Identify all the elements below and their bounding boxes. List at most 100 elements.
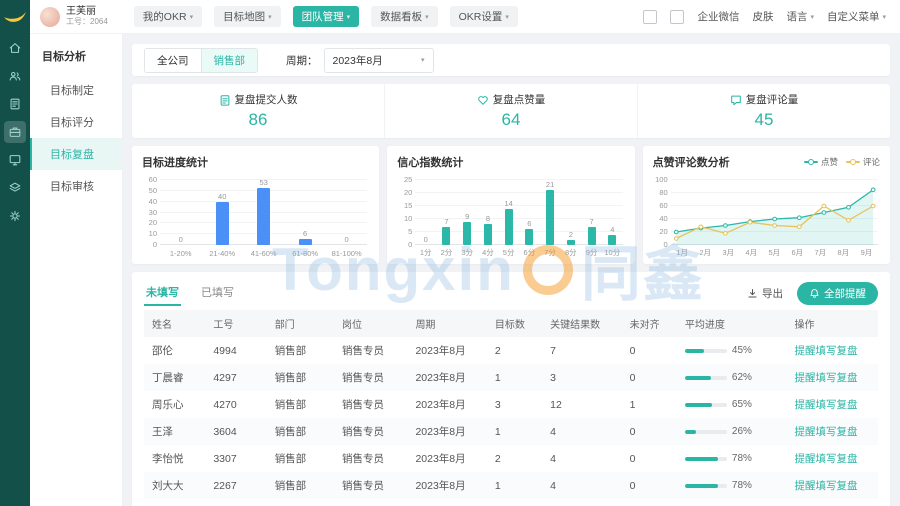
scope-option-1[interactable]: 销售部: [201, 49, 258, 72]
app-logo[interactable]: [2, 3, 28, 29]
sidebar-item-1[interactable]: 目标评分: [30, 106, 122, 138]
nav-tab-2[interactable]: 团队管理▾: [293, 6, 360, 27]
nav-tab-3[interactable]: 数据看板▾: [371, 6, 438, 27]
stat-2: 复盘评论量45: [637, 84, 890, 138]
cell-krs: 4: [542, 472, 621, 499]
table-tab-0[interactable]: 未填写: [144, 280, 181, 306]
cell-progress: 78%: [677, 445, 787, 472]
export-button[interactable]: 导出: [747, 286, 783, 301]
x-tick-label: 4月: [740, 247, 763, 258]
cell-dept: 销售部: [267, 445, 334, 472]
stat-value: 86: [249, 110, 268, 130]
sidebar-section-title: 目标分析: [30, 34, 122, 74]
table-tab-1[interactable]: 已填写: [199, 280, 236, 306]
nav-tab-4[interactable]: OKR设置▾: [450, 6, 518, 27]
rail-home-icon[interactable]: [4, 37, 26, 59]
cell-unaligned: 0: [622, 337, 677, 364]
column-header: 平均进度: [677, 310, 787, 337]
cell-action: 提醒填写复盘: [786, 391, 878, 418]
cell-name: 李怡悦: [144, 499, 205, 506]
sidebar-item-0[interactable]: 目标制定: [30, 74, 122, 106]
remind-fill-link[interactable]: 提醒填写复盘: [794, 345, 857, 357]
table-row: 丁晨睿4297销售部销售专员2023年8月13062%提醒填写复盘: [144, 364, 878, 391]
topbar-item-0[interactable]: 企业微信: [697, 9, 739, 24]
user-info[interactable]: 王芙丽 工号：2064: [40, 6, 108, 27]
scope-option-0[interactable]: 全公司: [145, 49, 201, 72]
y-tick-label: 60: [653, 202, 668, 210]
remind-fill-link[interactable]: 提醒填写复盘: [794, 453, 857, 465]
chevron-down-icon: ▾: [505, 13, 509, 21]
topbar-item-label: 自定义菜单: [827, 9, 880, 24]
x-tick-label: 2分: [436, 247, 457, 258]
period-select[interactable]: 2023年8月 ▾: [324, 48, 434, 73]
nav-tab-label: OKR设置: [459, 9, 503, 24]
y-tick-label: 10: [397, 215, 412, 223]
cell-dept: 销售部: [267, 418, 334, 445]
sidebar-item-2[interactable]: 目标复盘: [30, 138, 122, 170]
period-label: 周期：: [286, 53, 318, 68]
y-tick-label: 20: [142, 219, 157, 227]
cell-name: 周乐心: [144, 391, 205, 418]
user-name: 王芙丽: [66, 6, 108, 17]
remind-fill-link[interactable]: 提醒填写复盘: [794, 399, 857, 411]
x-tick-label: 7分: [540, 247, 561, 258]
rail-monitor-icon[interactable]: [4, 149, 26, 171]
remind-fill-link[interactable]: 提醒填写复盘: [794, 480, 857, 492]
rail-gear-icon[interactable]: [4, 205, 26, 227]
x-tick-label: 41-60%: [243, 249, 284, 258]
avatar: [40, 7, 60, 27]
cell-id: 3307: [205, 445, 266, 472]
stat-label: 复盘点赞量: [493, 92, 546, 107]
bell-icon: [809, 288, 820, 299]
x-tick-label: 3分: [457, 247, 478, 258]
message-icon[interactable]: [670, 10, 684, 24]
legend-item-0[interactable]: 点赞: [804, 156, 838, 168]
x-tick-label: 6分: [519, 247, 540, 258]
cell-unaligned: 0: [622, 418, 677, 445]
line-chart-svg: [671, 180, 878, 245]
topbar-item-label: 企业微信: [697, 9, 739, 24]
nav-tab-1[interactable]: 目标地图▾: [214, 6, 281, 27]
topbar-item-2[interactable]: 语言▾: [786, 9, 814, 24]
y-tick-label: 40: [653, 215, 668, 223]
progress-text: 78%: [732, 453, 752, 464]
notification-icon[interactable]: [643, 10, 657, 24]
rail-briefcase-icon[interactable]: [4, 121, 26, 143]
remind-fill-link[interactable]: 提醒填写复盘: [794, 426, 857, 438]
x-tick-label: 5分: [498, 247, 519, 258]
topbar: 王芙丽 工号：2064 我的OKR▾目标地图▾团队管理▾数据看板▾OKR设置▾ …: [30, 0, 900, 34]
remind-all-button[interactable]: 全部提醒: [797, 282, 878, 305]
cell-krs: 4: [542, 499, 621, 506]
cell-dept: 销售部: [267, 472, 334, 499]
legend-item-1[interactable]: 评论: [846, 156, 880, 168]
cell-progress: 26%: [677, 418, 787, 445]
sidebar-item-3[interactable]: 目标审核: [30, 170, 122, 202]
nav-tab-label: 团队管理: [302, 9, 344, 24]
y-tick-label: 80: [653, 189, 668, 197]
topbar-item-3[interactable]: 自定义菜单▾: [827, 9, 886, 24]
column-header: 姓名: [144, 310, 205, 337]
progress-text: 65%: [732, 399, 752, 410]
period-value: 2023年8月: [333, 53, 383, 68]
rail-team-icon[interactable]: [4, 65, 26, 87]
rail-layers-icon[interactable]: [4, 177, 26, 199]
topbar-item-1[interactable]: 皮肤: [752, 9, 773, 24]
table-row: 李怡悦3307销售部销售专员2023年8月24078%提醒填写复盘: [144, 445, 878, 472]
cell-period: 2023年8月: [407, 337, 486, 364]
rail-document-icon[interactable]: [4, 93, 26, 115]
x-tick-label: 3月: [717, 247, 740, 258]
remind-fill-link[interactable]: 提醒填写复盘: [794, 372, 857, 384]
cell-role: 销售专员: [334, 337, 407, 364]
cell-period: 2023年8月: [407, 472, 486, 499]
nav-tab-0[interactable]: 我的OKR▾: [134, 6, 202, 27]
cell-action: 提醒填写复盘: [786, 418, 878, 445]
chevron-down-icon: ▾: [190, 13, 194, 21]
cell-action: 提醒填写复盘: [786, 364, 878, 391]
cell-unaligned: 0: [622, 364, 677, 391]
cell-name: 邵伦: [144, 337, 205, 364]
cell-period: 2023年8月: [407, 391, 486, 418]
nav-tab-label: 数据看板: [380, 9, 422, 24]
stat-1: 复盘点赞量64: [384, 84, 637, 138]
cell-krs: 3: [542, 364, 621, 391]
bar-value-label: 40: [218, 192, 226, 201]
